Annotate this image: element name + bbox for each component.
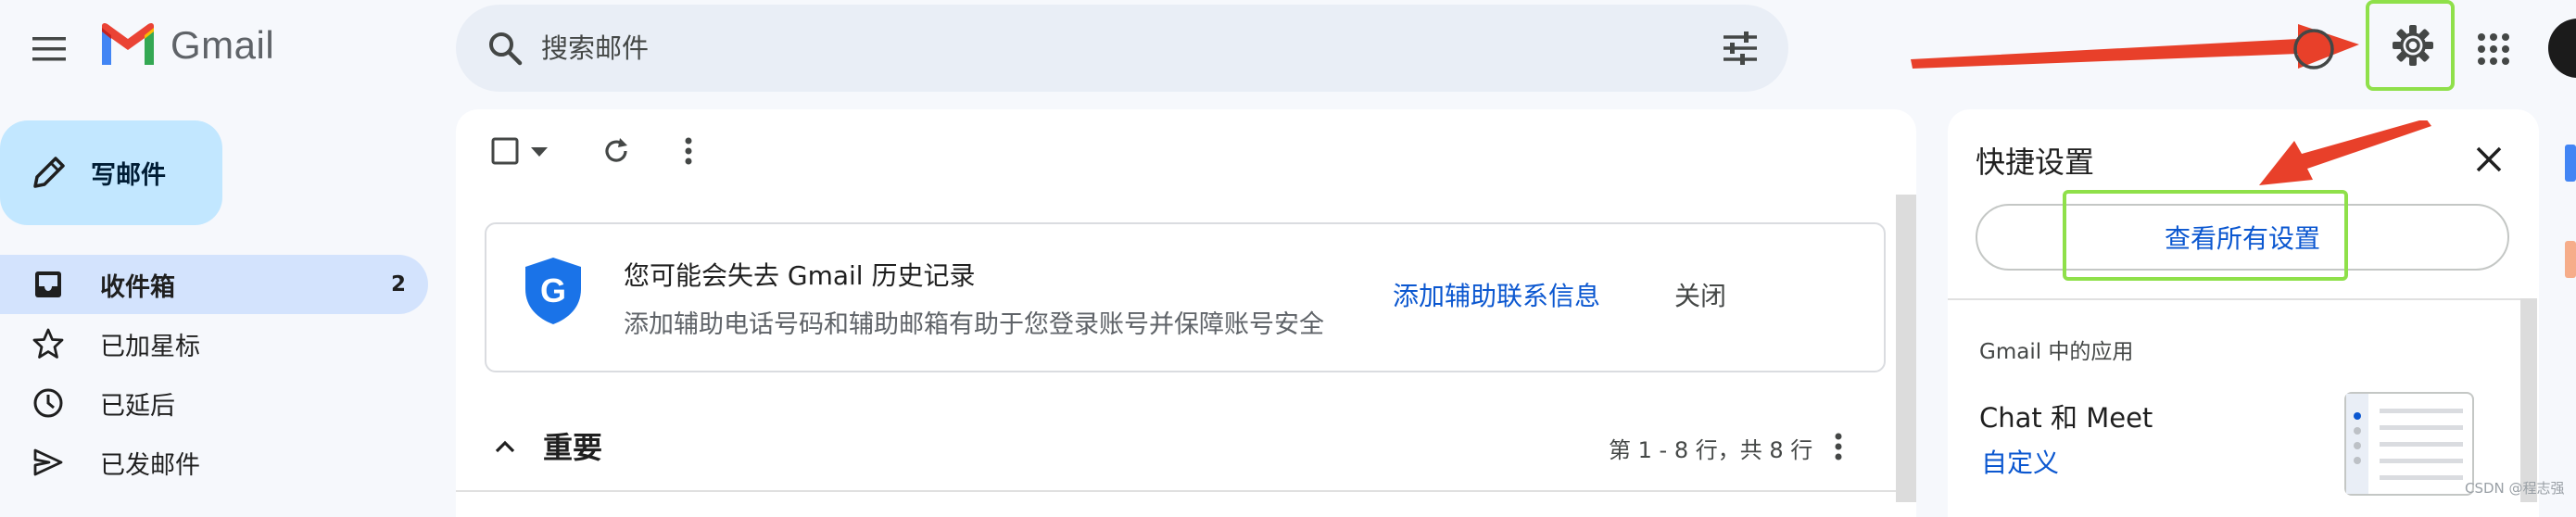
gmail-wordmark: Gmail	[170, 23, 275, 67]
notice-description: 添加辅助电话号码和辅助邮箱有助于您登录账号并保障账号安全	[624, 310, 1324, 339]
compose-button[interactable]: 写邮件	[0, 120, 222, 225]
gmail-logo[interactable]: Gmail	[98, 22, 274, 69]
select-dropdown-icon[interactable]	[528, 141, 550, 163]
notice-close-button[interactable]: 关闭	[1674, 276, 1726, 313]
sidebar-item-label: 已延后	[100, 391, 175, 421]
select-all-checkbox[interactable]	[489, 135, 521, 167]
collapse-section-icon[interactable]	[486, 428, 524, 465]
main-menu-button[interactable]	[20, 20, 78, 78]
help-icon[interactable]	[2289, 24, 2339, 74]
sidebar-item-sent[interactable]: 已发邮件	[0, 433, 428, 492]
main-scrollbar[interactable]	[1896, 195, 1916, 502]
account-avatar[interactable]	[2548, 19, 2576, 78]
compose-label: 写邮件	[91, 161, 166, 190]
quick-settings-close-icon[interactable]	[2465, 135, 2513, 183]
sidebar-item-starred[interactable]: 已加星标	[0, 314, 428, 373]
unread-count-badge: 2	[390, 272, 406, 296]
chat-meet-label: Chat 和 Meet	[1979, 402, 2153, 434]
sidebar-item-label: 收件箱	[100, 272, 175, 302]
notice-title: 您可能会失去 Gmail 历史记录	[624, 260, 976, 291]
pencil-icon	[33, 156, 65, 188]
gmail-m-icon	[102, 22, 154, 65]
quick-settings-scrollbar[interactable]	[2520, 298, 2537, 502]
google-shield-icon: G	[525, 258, 581, 324]
quick-settings-title: 快捷设置	[1976, 145, 2095, 180]
apps-grid-icon	[2478, 33, 2509, 65]
see-all-settings-highlight-box	[2063, 190, 2348, 281]
sidebar-item-snoozed[interactable]: 已延后	[0, 373, 428, 433]
add-recovery-info-link[interactable]: 添加辅助联系信息	[1393, 276, 1600, 313]
menu-icon	[32, 37, 66, 61]
star-icon	[30, 325, 67, 362]
sidebar-item-label: 已发邮件	[100, 450, 200, 480]
search-icon[interactable]	[482, 25, 528, 71]
divider	[456, 490, 1898, 492]
search-input[interactable]	[539, 19, 1655, 77]
divider	[1948, 298, 2522, 300]
section-more-icon[interactable]	[1822, 428, 1855, 465]
customize-link[interactable]: 自定义	[1981, 443, 2059, 480]
google-apps-button[interactable]	[2465, 20, 2522, 78]
settings-highlight-box	[2366, 0, 2455, 91]
send-icon	[30, 444, 67, 481]
refresh-icon[interactable]	[599, 133, 634, 169]
more-options-icon[interactable]	[675, 133, 702, 169]
inbox-icon	[30, 266, 67, 303]
pagination-info: 第 1 - 8 行，共 8 行	[1609, 437, 1813, 463]
section-title: 重要	[543, 430, 603, 465]
watermark-text: CSDN @程志强	[2465, 480, 2565, 497]
annotation-arrow-see-all	[2259, 120, 2431, 185]
side-panel-strip	[2563, 139, 2576, 417]
apps-in-gmail-heading: Gmail 中的应用	[1979, 340, 2134, 364]
sidebar-nav: 收件箱 2 已加星标 已延后 已发邮件	[0, 255, 428, 492]
sidebar-item-inbox[interactable]: 收件箱 2	[0, 255, 428, 314]
svg-text:G: G	[540, 271, 566, 309]
layout-preview-thumbnail[interactable]	[2344, 392, 2474, 496]
sidebar-item-label: 已加星标	[100, 332, 200, 361]
search-filter-icon[interactable]	[1718, 26, 1762, 70]
security-notice-card: G 您可能会失去 Gmail 历史记录 添加辅助电话号码和辅助邮箱有助于您登录账…	[485, 222, 1886, 372]
clock-icon	[30, 385, 67, 422]
search-bar[interactable]	[456, 5, 1788, 92]
